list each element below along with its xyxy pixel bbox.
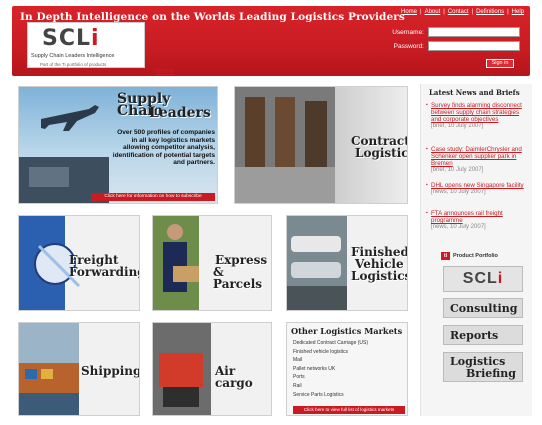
sidebar: Latest News and Briefs Survey finds alar… <box>420 84 532 416</box>
reports-button[interactable]: Reports <box>443 325 523 345</box>
news-item-title[interactable]: Survey finds alarming disconnect between… <box>426 102 531 123</box>
link-help[interactable]: Help <box>512 9 524 15</box>
other-markets-title: Other Logistics Markets <box>291 326 403 336</box>
tile-express-parcels[interactable]: Express & Parcels <box>152 215 272 311</box>
supply-chain-title-2: Leaders <box>149 105 211 121</box>
tile-contract-logistics[interactable]: Contract Logistics <box>234 86 408 204</box>
password-label: Password: <box>393 42 424 50</box>
express-title-2: & Parcels <box>213 265 263 291</box>
news-item-meta: [brief, 10 July 2007] <box>431 167 484 173</box>
tile-air-cargo[interactable]: Air cargo <box>152 322 272 416</box>
finished-title-3: Logistics <box>351 269 408 283</box>
username-label: Username: <box>392 28 424 36</box>
product-portfolio-heading: ti Product Portfolio <box>441 252 498 260</box>
signin-button[interactable]: Sign in <box>486 59 514 68</box>
tile-finished-vehicle[interactable]: Finished Vehicle Logistics <box>286 215 408 311</box>
logistics-briefing-button[interactable]: Logistics Briefing <box>443 352 523 382</box>
link-home[interactable]: Home <box>401 9 417 15</box>
link-contact[interactable]: Contact <box>448 9 469 15</box>
list-item[interactable]: Service Parts Logistics <box>293 391 368 400</box>
logistics-briefing-line-2: Briefing <box>466 367 516 380</box>
news-item-title[interactable]: Case study: DaimlerChrysler and Schenker… <box>426 146 531 167</box>
top-links: Home | About | Contact | Definitions | Help <box>401 9 524 15</box>
news-item[interactable]: DHL opens new Singapore facility [news, … <box>426 182 531 196</box>
list-item[interactable]: Dedicated Contract Carriage (US) <box>293 339 368 348</box>
nav-home[interactable]: Home <box>155 68 174 75</box>
tile-supply-chain-leaders[interactable]: Supply Chain Leaders Over 500 profiles o… <box>18 86 218 204</box>
freight-title-2: Forwarding <box>69 265 140 279</box>
logo-mark: SCLi <box>42 26 100 51</box>
news-item-meta: [news, 10 July 2007] <box>431 224 486 230</box>
news-item-meta: [brief, 10 July 2007] <box>431 123 484 129</box>
consulting-button[interactable]: Consulting <box>443 298 523 318</box>
shipping-title: Shipping <box>81 364 140 378</box>
tile-shipping[interactable]: Shipping <box>18 322 140 416</box>
tile-other-markets[interactable]: Other Logistics Markets Dedicated Contra… <box>286 322 408 416</box>
list-item[interactable]: Finished vehicle logistics <box>293 348 368 357</box>
link-definitions[interactable]: Definitions <box>476 9 504 15</box>
list-item[interactable]: Pallet networks UK <box>293 365 368 374</box>
news-item[interactable]: FTA announces rail freight programme [ne… <box>426 210 531 231</box>
news-item-meta: [news, 10 July 2007] <box>431 189 486 195</box>
news-item[interactable]: Case study: DaimlerChrysler and Schenker… <box>426 146 531 174</box>
password-input[interactable] <box>428 41 520 51</box>
portfolio-badge-icon: ti <box>441 252 450 260</box>
link-about[interactable]: About <box>425 9 441 15</box>
list-item[interactable]: Ports <box>293 373 368 382</box>
login-form: Username: Password: <box>392 27 520 55</box>
supply-chain-description: Over 500 profiles of companies in all ke… <box>112 129 215 167</box>
logo-subtitle: Supply Chain Leaders Intelligence <box>31 53 115 59</box>
scli-portfolio-logo[interactable]: SCLi <box>443 266 523 292</box>
scli-logo[interactable]: SCLi Supply Chain Leaders Intelligence P… <box>27 22 145 68</box>
news-item[interactable]: Survey finds alarming disconnect between… <box>426 102 531 130</box>
list-item[interactable]: Mail <box>293 356 368 365</box>
news-heading: Latest News and Briefs <box>429 88 520 97</box>
tile-freight-forwarding[interactable]: Freight Forwarding <box>18 215 140 311</box>
contract-logistics-title-2: Logistics <box>355 146 408 160</box>
other-markets-list: Dedicated Contract Carriage (US) Finishe… <box>293 339 368 399</box>
news-item-title[interactable]: DHL opens new Singapore facility <box>426 182 531 189</box>
air-cargo-title: Air cargo <box>215 364 253 390</box>
username-input[interactable] <box>428 27 520 37</box>
subscribe-link[interactable]: Click here for information on how to sub… <box>91 193 215 201</box>
markets-list-link[interactable]: Click here to view full list of logistic… <box>293 406 405 414</box>
list-item[interactable]: Rail <box>293 382 368 391</box>
logo-portfolio-note: Part of the Ti portfolio of products <box>40 62 107 67</box>
news-item-title[interactable]: FTA announces rail freight programme <box>426 210 531 224</box>
